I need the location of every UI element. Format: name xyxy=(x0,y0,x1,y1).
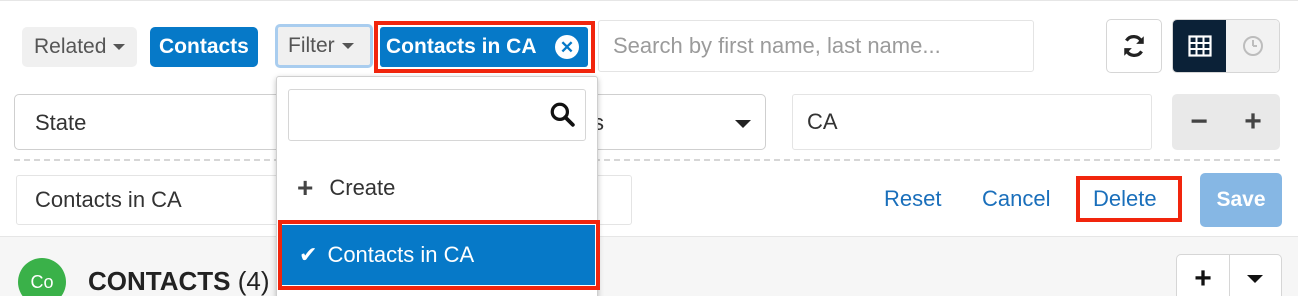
save-button[interactable]: Save xyxy=(1200,173,1282,227)
plus-icon: + xyxy=(297,172,314,203)
filter-search-input[interactable] xyxy=(288,89,586,141)
delete-highlight xyxy=(1076,176,1182,222)
module-pill[interactable]: Contacts xyxy=(150,27,258,67)
create-filter-label: Create xyxy=(329,175,396,200)
chevron-down-icon xyxy=(113,44,126,50)
actions-dropdown-button[interactable] xyxy=(1228,255,1281,296)
save-label: Save xyxy=(1216,188,1266,211)
filter-field-label: State xyxy=(35,110,87,135)
chevron-down-icon[interactable] xyxy=(735,120,751,128)
avatar-initials: Co xyxy=(30,271,54,292)
search-input[interactable] xyxy=(598,20,1034,72)
view-toggle xyxy=(1172,19,1280,73)
cancel-button[interactable]: Cancel xyxy=(982,186,1050,212)
list-actions: + xyxy=(1176,254,1282,296)
related-dropdown-button[interactable]: Related xyxy=(22,27,138,67)
activity-stream-button[interactable] xyxy=(1226,20,1279,72)
refresh-button[interactable] xyxy=(1106,19,1162,73)
list-title: CONTACTS (4) xyxy=(88,266,270,296)
add-row-button[interactable]: + xyxy=(1226,94,1280,150)
chevron-down-icon xyxy=(1247,275,1264,283)
remove-row-button[interactable]: − xyxy=(1172,94,1226,150)
related-label: Related xyxy=(34,35,107,58)
list-count: (4) xyxy=(237,266,270,296)
list-view-button[interactable] xyxy=(1173,20,1226,72)
selected-filter-highlight xyxy=(278,220,600,290)
divider xyxy=(14,159,1280,161)
reset-button[interactable]: Reset xyxy=(884,186,941,212)
create-filter-item[interactable]: + Create xyxy=(297,172,395,204)
active-filter-highlight xyxy=(374,21,595,73)
filter-dropdown-menu: + Create ✔ Contacts in CA xyxy=(276,76,600,296)
create-record-button[interactable]: + xyxy=(1177,255,1229,296)
grid-view-icon xyxy=(1187,35,1212,57)
filter-label: Filter xyxy=(288,34,335,57)
chevron-down-icon xyxy=(341,43,354,49)
search-icon xyxy=(550,102,575,127)
filter-row-buttons: − + xyxy=(1172,94,1280,150)
filter-dropdown-button[interactable]: Filter xyxy=(275,24,373,68)
filter-value-input[interactable] xyxy=(792,94,1152,150)
refresh-icon xyxy=(1124,35,1144,57)
clock-icon xyxy=(1242,36,1263,56)
module-label: Contacts xyxy=(159,35,249,58)
list-title-text: CONTACTS xyxy=(88,266,231,296)
